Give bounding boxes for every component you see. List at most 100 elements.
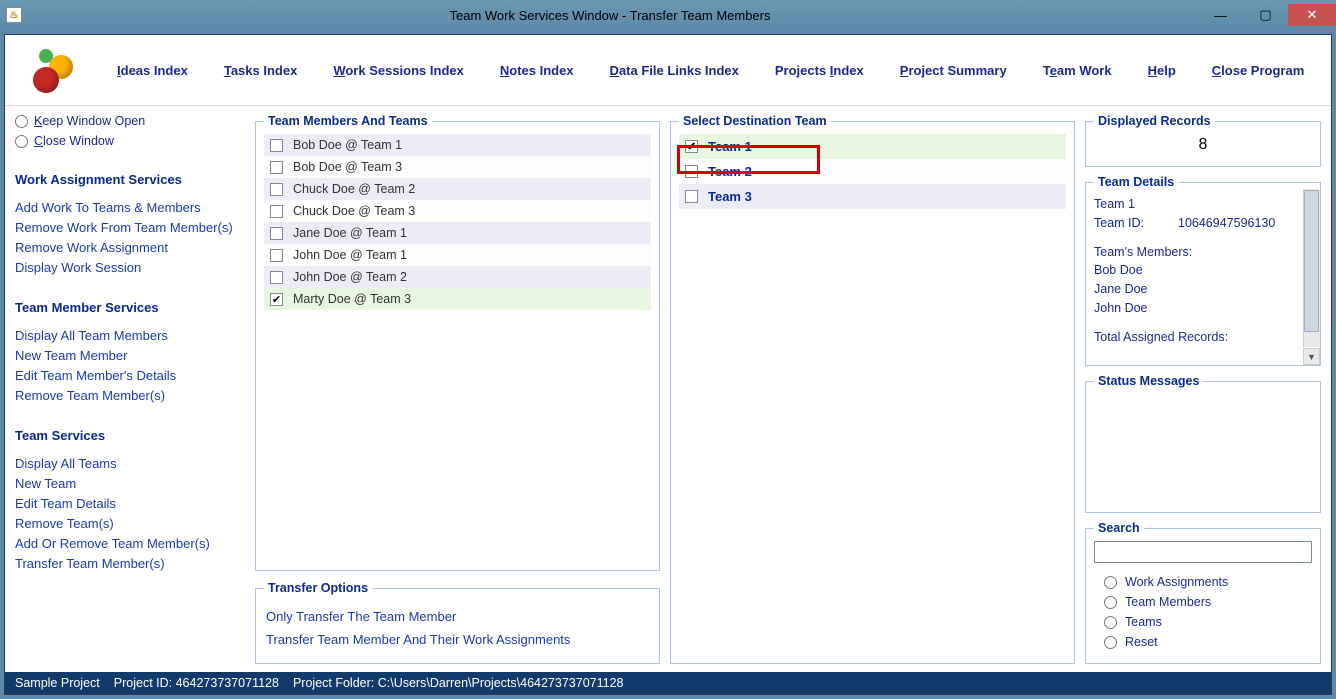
menu-tasks-index[interactable]: Tasks Index <box>224 63 297 78</box>
side-link-team-1[interactable]: New Team <box>15 476 245 491</box>
menubar: Ideas Index Tasks Index Work Sessions In… <box>5 35 1331 106</box>
member-row[interactable]: Chuck Doe @ Team 3 <box>264 200 651 222</box>
member-label: John Doe @ Team 2 <box>293 270 407 284</box>
checkbox-icon[interactable] <box>270 227 283 240</box>
section-team-member: Team Member Services <box>15 300 245 315</box>
checkbox-icon[interactable] <box>270 205 283 218</box>
app-window: ♨ Team Work Services Window - Transfer T… <box>0 0 1336 699</box>
team-members-legend: Team Members And Teams <box>264 114 432 128</box>
checkbox-icon[interactable] <box>270 249 283 262</box>
details-scrollbar[interactable] <box>1303 189 1320 347</box>
search-option-label: Teams <box>1125 615 1162 629</box>
status-messages-panel: Status Messages <box>1085 374 1321 513</box>
menu-projects-index[interactable]: Projects Index <box>775 63 864 78</box>
search-option[interactable]: Teams <box>1104 615 1312 629</box>
checkbox-icon[interactable] <box>270 271 283 284</box>
search-option[interactable]: Work Assignments <box>1104 575 1312 589</box>
close-button[interactable]: ✕ <box>1288 4 1336 26</box>
side-link-team-5[interactable]: Transfer Team Member(s) <box>15 556 245 571</box>
member-row[interactable]: John Doe @ Team 2 <box>264 266 651 288</box>
radio-icon[interactable] <box>1104 636 1117 649</box>
checkbox-icon[interactable] <box>685 190 698 203</box>
side-link-work-1[interactable]: Remove Work From Team Member(s) <box>15 220 245 235</box>
menu-project-summary[interactable]: Project Summary <box>900 63 1007 78</box>
side-link-member-0[interactable]: Display All Team Members <box>15 328 245 343</box>
side-link-work-0[interactable]: Add Work To Teams & Members <box>15 200 245 215</box>
status-project-name: Sample Project <box>15 676 100 690</box>
destination-row[interactable]: Team 3 <box>679 184 1066 209</box>
member-row[interactable]: John Doe @ Team 1 <box>264 244 651 266</box>
transfer-options-panel: Transfer Options Only Transfer The Team … <box>255 581 660 664</box>
right-column: Displayed Records 8 Team Details Team 1 … <box>1085 114 1321 664</box>
transfer-only-member[interactable]: Only Transfer The Team Member <box>266 609 649 624</box>
detail-team-id: 10646947596130 <box>1178 214 1275 233</box>
minimize-button[interactable]: — <box>1198 4 1243 26</box>
checkbox-icon[interactable] <box>270 161 283 174</box>
menu-notes-index[interactable]: Notes Index <box>500 63 574 78</box>
search-option[interactable]: Reset <box>1104 635 1312 649</box>
side-link-team-0[interactable]: Display All Teams <box>15 456 245 471</box>
destination-panel: Select Destination Team ✔Team 1Team 2Tea… <box>670 114 1075 664</box>
members-column: Team Members And Teams Bob Doe @ Team 1B… <box>255 114 660 664</box>
transfer-member-and-work[interactable]: Transfer Team Member And Their Work Assi… <box>266 632 649 647</box>
displayed-records-panel: Displayed Records 8 <box>1085 114 1321 167</box>
search-input[interactable] <box>1094 541 1312 563</box>
main-area: Keep Window Open Close Window Work Assig… <box>5 106 1331 672</box>
member-row[interactable]: Bob Doe @ Team 1 <box>264 134 651 156</box>
team-members-panel: Team Members And Teams Bob Doe @ Team 1B… <box>255 114 660 571</box>
team-details-panel: Team Details Team 1 Team ID: 10646947596… <box>1085 175 1321 366</box>
menu-team-work[interactable]: Team Work <box>1043 63 1112 78</box>
detail-team-name: Team 1 <box>1094 195 1310 214</box>
radio-icon[interactable] <box>1104 596 1117 609</box>
destination-legend: Select Destination Team <box>679 114 831 128</box>
search-option[interactable]: Team Members <box>1104 595 1312 609</box>
detail-member: John Doe <box>1094 299 1310 318</box>
side-link-member-2[interactable]: Edit Team Member's Details <box>15 368 245 383</box>
side-link-member-1[interactable]: New Team Member <box>15 348 245 363</box>
side-link-team-3[interactable]: Remove Team(s) <box>15 516 245 531</box>
member-row[interactable]: Chuck Doe @ Team 2 <box>264 178 651 200</box>
team-members-list: Bob Doe @ Team 1Bob Doe @ Team 3Chuck Do… <box>264 134 651 310</box>
member-label: Jane Doe @ Team 1 <box>293 226 407 240</box>
team-details-body: Team 1 Team ID: 10646947596130 Team's Me… <box>1094 195 1312 357</box>
menu-ideas-index[interactable]: Ideas Index <box>117 63 188 78</box>
checkbox-icon[interactable] <box>270 183 283 196</box>
side-link-member-3[interactable]: Remove Team Member(s) <box>15 388 245 403</box>
sidebar: Keep Window Open Close Window Work Assig… <box>15 114 245 664</box>
displayed-records-legend: Displayed Records <box>1094 114 1215 128</box>
member-label: John Doe @ Team 1 <box>293 248 407 262</box>
member-label: Marty Doe @ Team 3 <box>293 292 411 306</box>
content-shell: Ideas Index Tasks Index Work Sessions In… <box>4 34 1332 695</box>
detail-members-label: Team's Members: <box>1094 243 1310 262</box>
checkbox-icon[interactable]: ✔ <box>270 293 283 306</box>
menu-help[interactable]: Help <box>1148 63 1176 78</box>
team-details-legend: Team Details <box>1094 175 1178 189</box>
radio-icon[interactable] <box>1104 576 1117 589</box>
member-label: Chuck Doe @ Team 3 <box>293 204 415 218</box>
status-project-folder: Project Folder: C:\Users\Darren\Projects… <box>293 676 624 690</box>
search-option-label: Team Members <box>1125 595 1211 609</box>
radio-icon[interactable] <box>1104 616 1117 629</box>
side-link-team-2[interactable]: Edit Team Details <box>15 496 245 511</box>
maximize-button[interactable]: ▢ <box>1243 4 1288 26</box>
destination-column: Select Destination Team ✔Team 1Team 2Tea… <box>670 114 1075 664</box>
menu-work-sessions-index[interactable]: Work Sessions Index <box>333 63 464 78</box>
java-icon: ♨ <box>6 7 22 23</box>
titlebar: ♨ Team Work Services Window - Transfer T… <box>0 0 1336 30</box>
app-logo <box>11 45 81 95</box>
member-row[interactable]: Bob Doe @ Team 3 <box>264 156 651 178</box>
menu-close-program[interactable]: Close Program <box>1212 63 1304 78</box>
search-panel: Search Work AssignmentsTeam MembersTeams… <box>1085 521 1321 664</box>
details-scroll-down-icon[interactable]: ▼ <box>1303 348 1320 365</box>
radio-keep-window-open[interactable]: Keep Window Open <box>15 114 245 128</box>
side-link-team-4[interactable]: Add Or Remove Team Member(s) <box>15 536 245 551</box>
side-link-work-3[interactable]: Display Work Session <box>15 260 245 275</box>
window-title: Team Work Services Window - Transfer Tea… <box>22 8 1198 23</box>
radio-close-window[interactable]: Close Window <box>15 134 245 148</box>
side-link-work-2[interactable]: Remove Work Assignment <box>15 240 245 255</box>
checkbox-icon[interactable] <box>270 139 283 152</box>
member-row[interactable]: ✔ Marty Doe @ Team 3 <box>264 288 651 310</box>
member-row[interactable]: Jane Doe @ Team 1 <box>264 222 651 244</box>
menu-data-file-links-index[interactable]: Data File Links Index <box>610 63 739 78</box>
displayed-records-value: 8 <box>1094 134 1312 158</box>
